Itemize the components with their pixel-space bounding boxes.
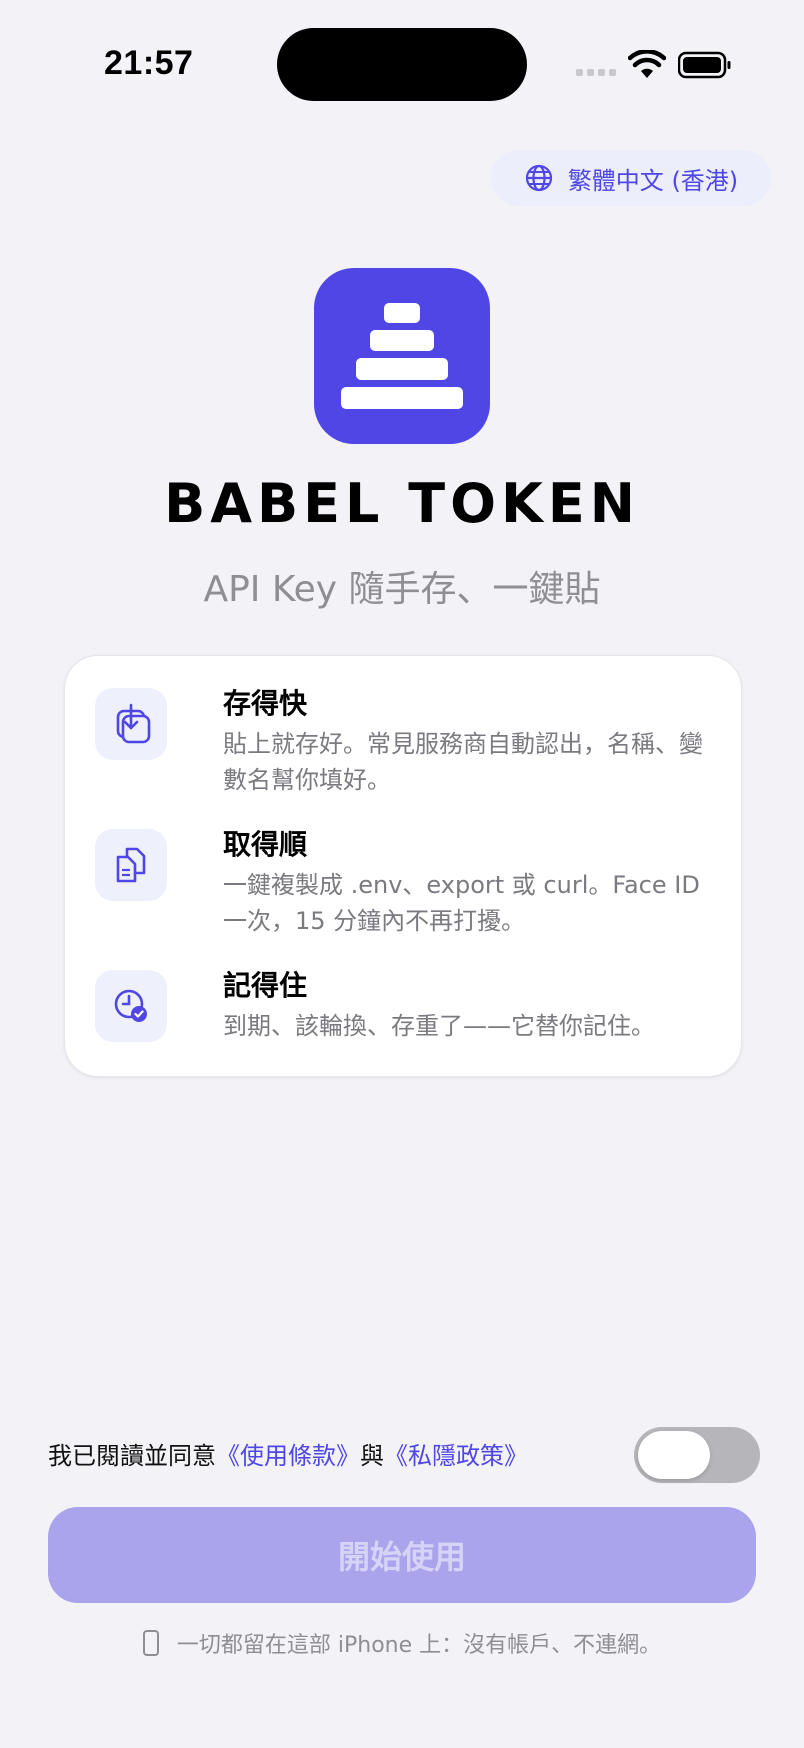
wifi-icon [628,50,666,78]
language-label: 繁體中文 (香港) [567,166,739,195]
terms-link[interactable]: 《使用條款》 [216,1442,360,1470]
start-button[interactable]: 開始使用 [48,1507,756,1603]
status-bar: 21:57 [0,0,804,130]
globe-icon [525,164,552,192]
app-logo [314,268,490,444]
clock-check-icon [114,989,147,1022]
feature-description: 一鍵複製成 .env、export 或 curl。Face ID 一次，15 分… [223,871,700,935]
consent-prefix: 我已閱讀並同意 [48,1442,216,1470]
feature-title: 取得順 [223,828,308,861]
features-card: 存得快 貼上就存好。常見服務商自動認出，名稱、變數名幫你填好。 取得順 一鍵複製… [64,655,742,1077]
privacy-link[interactable]: 《私隱政策》 [384,1442,528,1470]
status-time: 21:57 [104,44,194,82]
app-tagline: API Key 隨手存、一鍵貼 [203,569,601,610]
start-button-label: 開始使用 [337,1538,466,1576]
language-selector-button[interactable]: 繁體中文 (香港) [491,150,771,206]
consent-toggle[interactable] [634,1427,760,1483]
feature-description: 到期、該輪換、存重了——它替你記住。 [223,1012,655,1040]
footer-note: 一切都留在這部 iPhone 上：沒有帳戶、不連網。 [0,1627,804,1659]
toggle-knob [638,1431,710,1479]
feature-title: 記得住 [223,969,308,1002]
app-name: BABEL TOKEN [164,472,640,535]
footer-text: 一切都留在這部 iPhone 上：沒有帳戶、不連網。 [176,1633,662,1658]
dynamic-island [277,28,527,101]
copy-documents-icon [116,847,146,883]
consent-text: 我已閱讀並同意《使用條款》與《私隱政策》 [48,1436,528,1471]
iphone-icon [142,1630,159,1656]
consent-conjunction: 與 [360,1442,384,1470]
cellular-signal-icon [576,69,616,76]
battery-icon [678,51,731,79]
feature-title: 存得快 [223,687,308,720]
download-tray-icon [116,703,151,744]
feature-description: 貼上就存好。常見服務商自動認出，名稱、變數名幫你填好。 [223,730,703,794]
